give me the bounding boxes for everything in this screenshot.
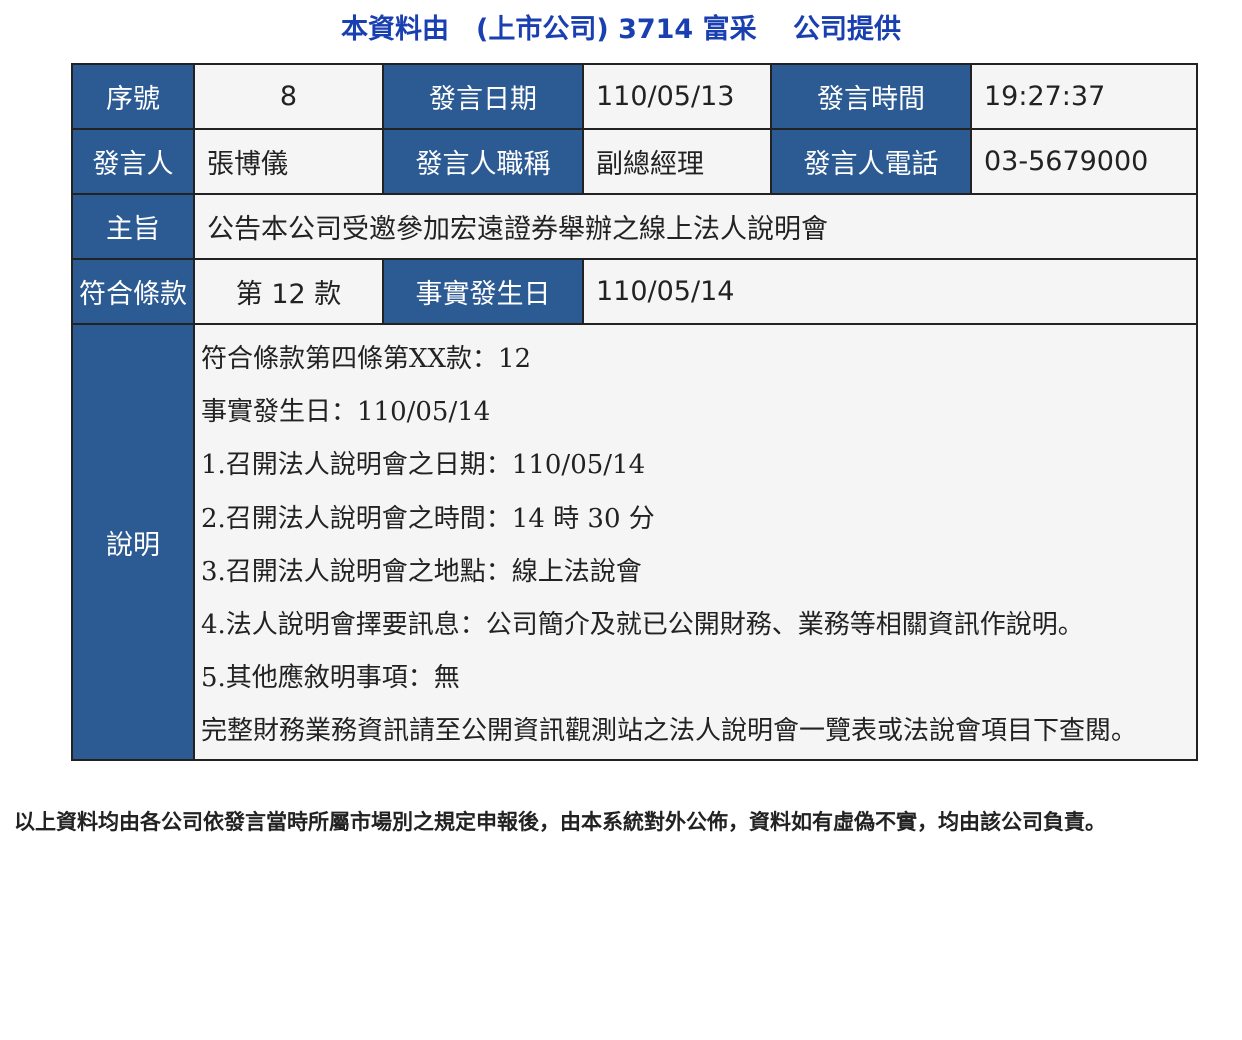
announcement-table: 序號 8 發言日期 110/05/13 發言時間 19:27:37 發言人 張博… <box>71 63 1198 761</box>
event-date-value: 110/05/14 <box>582 258 1198 325</box>
description-body: 符合條款第四條第XX款：12 事實發生日：110/05/14 1.召開法人說明會… <box>193 323 1198 761</box>
description-line: 3.召開法人說明會之地點：線上法說會 <box>201 556 642 587</box>
subject-value: 公告本公司受邀參加宏遠證券舉辦之線上法人說明會 <box>193 193 1198 260</box>
description-label: 說明 <box>71 323 195 761</box>
table-row: 主旨 公告本公司受邀參加宏遠證券舉辦之線上法人說明會 <box>71 193 1198 260</box>
description-line: 2.召開法人說明會之時間：14 時 30 分 <box>201 503 655 534</box>
speaker-label: 發言人 <box>71 128 195 195</box>
speaker-phone-label: 發言人電話 <box>770 128 972 195</box>
speaker-title-value: 副總經理 <box>582 128 772 195</box>
table-row: 說明 符合條款第四條第XX款：12 事實發生日：110/05/14 1.召開法人… <box>71 323 1198 761</box>
description-line: 1.召開法人說明會之日期：110/05/14 <box>201 450 646 481</box>
page-title: 本資料由 (上市公司) 3714 富采 公司提供 <box>340 14 902 45</box>
description-line: 4.法人說明會擇要訊息：公司簡介及就已公開財務、業務等相關資訊作說明。 <box>201 609 1084 640</box>
speaker-value: 張博儀 <box>193 128 384 195</box>
table-row: 符合條款 第 12 款 事實發生日 110/05/14 <box>71 258 1198 325</box>
description-line: 事實發生日：110/05/14 <box>201 397 491 428</box>
subject-label: 主旨 <box>71 193 195 260</box>
table-row: 序號 8 發言日期 110/05/13 發言時間 19:27:37 <box>71 63 1198 130</box>
table-row: 發言人 張博儀 發言人職稱 副總經理 發言人電話 03-5679000 <box>71 128 1198 195</box>
description-line: 完整財務業務資訊請至公開資訊觀測站之法人說明會一覽表或法說會項目下查閱。 <box>201 716 1138 747</box>
disclaimer-footer: 以上資料均由各公司依發言當時所屬市場別之規定申報後，由本系統對外公佈，資料如有虛… <box>14 810 1106 834</box>
clause-value: 第 12 款 <box>193 258 384 325</box>
speaker-phone-value: 03-5679000 <box>970 128 1198 195</box>
event-date-label: 事實發生日 <box>382 258 584 325</box>
date-value: 110/05/13 <box>582 63 772 130</box>
seq-value: 8 <box>193 63 384 130</box>
clause-label: 符合條款 <box>71 258 195 325</box>
date-label: 發言日期 <box>382 63 584 130</box>
description-line: 5.其他應敘明事項：無 <box>201 663 460 694</box>
time-value: 19:27:37 <box>970 63 1198 130</box>
speaker-title-label: 發言人職稱 <box>382 128 584 195</box>
time-label: 發言時間 <box>770 63 972 130</box>
seq-label: 序號 <box>71 63 195 130</box>
description-line: 符合條款第四條第XX款：12 <box>201 344 532 374</box>
